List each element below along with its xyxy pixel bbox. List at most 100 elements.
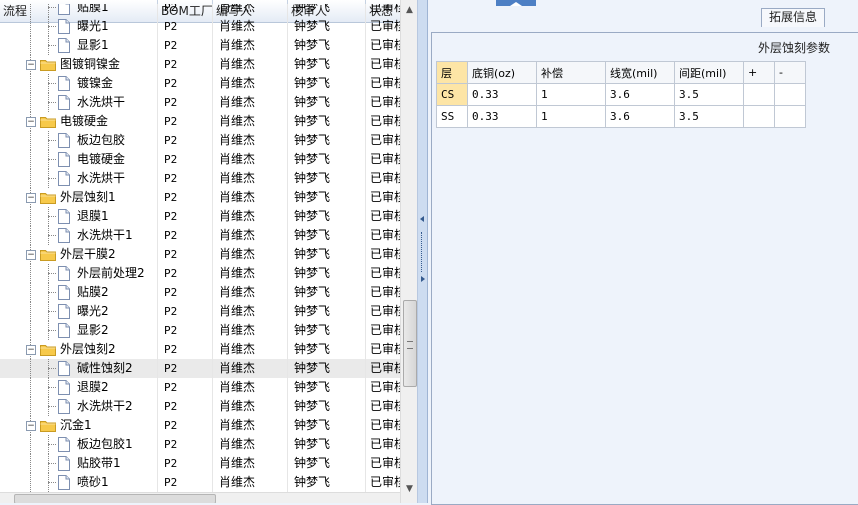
bom-cell[interactable]: P2 [158,283,213,302]
table-row[interactable]: 退膜2 P2肖维杰钟梦飞已审核 [0,378,400,397]
bom-cell[interactable]: P2 [158,131,213,150]
editor-cell[interactable]: 肖维杰 [213,207,288,226]
bom-cell[interactable]: P2 [158,188,213,207]
process-name-cell[interactable]: 碱性蚀刻2 [0,359,158,378]
scroll-up-arrow-icon[interactable]: ▲ [401,2,417,18]
process-name-cell[interactable]: 曝光1 [0,17,158,36]
collapse-toggle-icon[interactable]: − [26,193,36,203]
editor-cell[interactable]: 肖维杰 [213,378,288,397]
reviewer-cell[interactable]: 钟梦飞 [288,359,366,378]
bom-cell[interactable]: P2 [158,169,213,188]
bom-cell[interactable]: P2 [158,17,213,36]
table-row[interactable]: 镀镍金 P2肖维杰钟梦飞已审核 [0,74,400,93]
table-row[interactable]: 水洗烘干 P2肖维杰钟梦飞已审核 [0,93,400,112]
params-row[interactable]: SS 0.33 1 3.6 3.5 [436,105,806,128]
status-cell[interactable]: 已审核 [366,131,400,150]
status-cell[interactable]: 已审核 [366,473,400,492]
process-name-cell[interactable]: − 外层蚀刻1 [0,188,158,207]
table-row[interactable]: 显影2 P2肖维杰钟梦飞已审核 [0,321,400,340]
process-name-cell[interactable]: − 电镀硬金 [0,112,158,131]
process-name-cell[interactable]: − 沉金1 [0,416,158,435]
editor-cell[interactable]: 肖维杰 [213,226,288,245]
table-row[interactable]: 电镀硬金 P2肖维杰钟梦飞已审核 [0,150,400,169]
editor-cell[interactable]: 肖维杰 [213,264,288,283]
collapse-toggle-icon[interactable]: − [26,117,36,127]
reviewer-cell[interactable]: 钟梦飞 [288,74,366,93]
reviewer-cell[interactable]: 钟梦飞 [288,169,366,188]
editor-cell[interactable]: 肖维杰 [213,454,288,473]
params-row[interactable]: CS 0.33 1 3.6 3.5 [436,83,806,106]
status-cell[interactable]: 已审核 [366,397,400,416]
vertical-scrollbar[interactable]: ▲ ▼ [400,0,417,503]
reviewer-cell[interactable]: 钟梦飞 [288,245,366,264]
pane-splitter[interactable] [418,0,428,503]
process-name-cell[interactable]: 显影2 [0,321,158,340]
collapse-toggle-icon[interactable]: − [26,345,36,355]
reviewer-cell[interactable]: 钟梦飞 [288,340,366,359]
bom-cell[interactable]: P2 [158,74,213,93]
editor-cell[interactable]: 肖维杰 [213,302,288,321]
status-cell[interactable]: 已审核 [366,112,400,131]
editor-cell[interactable]: 肖维杰 [213,169,288,188]
reviewer-cell[interactable]: 钟梦飞 [288,435,366,454]
status-cell[interactable]: 已审核 [366,36,400,55]
add-cell[interactable] [743,83,775,106]
collapse-left-arrow-icon[interactable] [420,216,424,222]
reviewer-cell[interactable]: 钟梦飞 [288,397,366,416]
scrollbar-thumb[interactable] [403,300,417,387]
reviewer-cell[interactable]: 钟梦飞 [288,36,366,55]
collapse-toggle-icon[interactable]: − [26,421,36,431]
bom-cell[interactable]: P2 [158,245,213,264]
status-cell[interactable]: 已审核 [366,454,400,473]
spacing-cell[interactable]: 3.5 [674,83,744,106]
reviewer-cell[interactable]: 钟梦飞 [288,264,366,283]
table-row[interactable]: 曝光1 P2肖维杰钟梦飞已审核 [0,17,400,36]
bom-cell[interactable]: P2 [158,264,213,283]
table-row[interactable]: 外层前处理2 P2肖维杰钟梦飞已审核 [0,264,400,283]
process-name-cell[interactable]: 曝光2 [0,302,158,321]
process-name-cell[interactable]: 外层前处理2 [0,264,158,283]
reviewer-cell[interactable]: 钟梦飞 [288,283,366,302]
remove-row-button[interactable]: - [774,61,806,84]
status-cell[interactable]: 已审核 [366,416,400,435]
collapse-toggle-icon[interactable]: − [26,250,36,260]
process-name-cell[interactable]: 退膜2 [0,378,158,397]
bom-cell[interactable]: P2 [158,416,213,435]
status-cell[interactable]: 已审核 [366,226,400,245]
status-cell[interactable]: 已审核 [366,359,400,378]
bom-cell[interactable]: P2 [158,93,213,112]
reviewer-cell[interactable]: 钟梦飞 [288,150,366,169]
reviewer-cell[interactable]: 钟梦飞 [288,55,366,74]
process-name-cell[interactable]: 电镀硬金 [0,150,158,169]
editor-cell[interactable]: 肖维杰 [213,245,288,264]
table-row[interactable]: 碱性蚀刻2 P2肖维杰钟梦飞已审核 [0,359,400,378]
horizontal-scrollbar-thumb[interactable] [14,494,216,503]
table-row[interactable]: 贴膜1 P2肖维杰钟梦飞已审核 [0,4,400,17]
process-name-cell[interactable]: 板边包胶 [0,131,158,150]
table-row[interactable]: 水洗烘干1 P2肖维杰钟梦飞已审核 [0,226,400,245]
editor-cell[interactable]: 肖维杰 [213,4,288,17]
table-row[interactable]: − 外层蚀刻2 P2肖维杰钟梦飞已审核 [0,340,400,359]
status-cell[interactable]: 已审核 [366,321,400,340]
collapse-right-arrow-icon[interactable] [421,276,425,282]
table-row[interactable]: 退膜1 P2肖维杰钟梦飞已审核 [0,207,400,226]
process-name-cell[interactable]: 喷砂1 [0,473,158,492]
reviewer-cell[interactable]: 钟梦飞 [288,226,366,245]
status-cell[interactable]: 已审核 [366,283,400,302]
remove-cell[interactable] [774,83,806,106]
table-row[interactable]: 贴膜2 P2肖维杰钟梦飞已审核 [0,283,400,302]
base-copper-cell[interactable]: 0.33 [467,105,537,128]
bom-cell[interactable]: P2 [158,473,213,492]
add-row-button[interactable]: + [743,61,775,84]
remove-cell[interactable] [774,105,806,128]
editor-cell[interactable]: 肖维杰 [213,112,288,131]
table-row[interactable]: − 电镀硬金 P2肖维杰钟梦飞已审核 [0,112,400,131]
editor-cell[interactable]: 肖维杰 [213,473,288,492]
editor-cell[interactable]: 肖维杰 [213,150,288,169]
bom-cell[interactable]: P2 [158,359,213,378]
editor-cell[interactable]: 肖维杰 [213,283,288,302]
base-copper-cell[interactable]: 0.33 [467,83,537,106]
bom-cell[interactable]: P2 [158,150,213,169]
bom-cell[interactable]: P2 [158,340,213,359]
process-name-cell[interactable]: 水洗烘干 [0,93,158,112]
